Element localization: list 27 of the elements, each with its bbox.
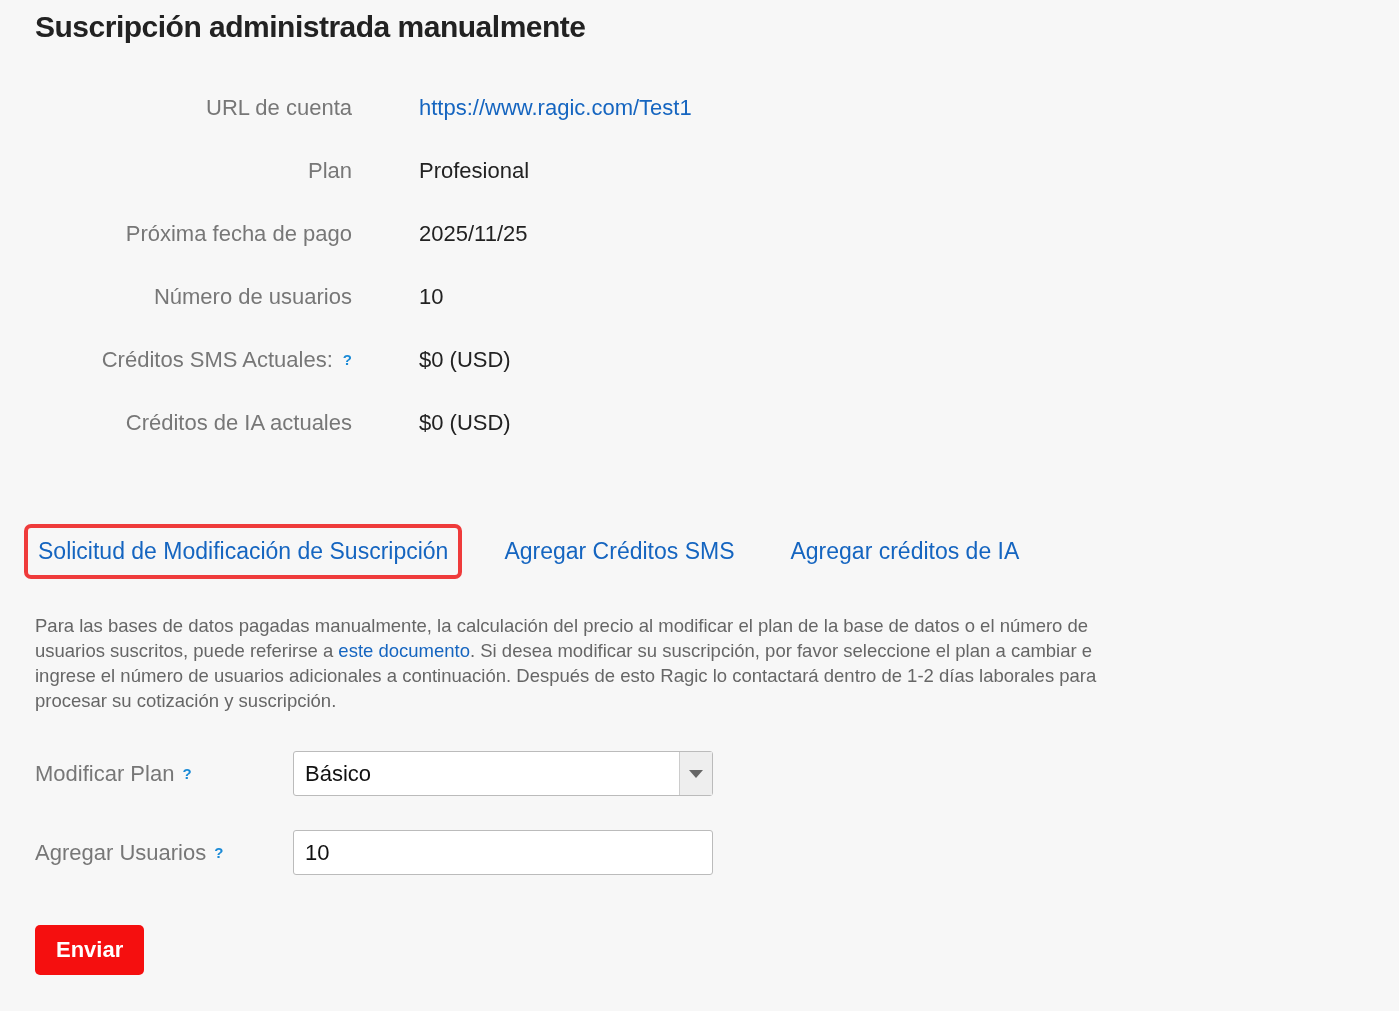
document-link[interactable]: este documento [338, 640, 470, 661]
field-label: Agregar Usuarios [35, 839, 207, 866]
help-icon[interactable]: ? [182, 765, 192, 782]
description-text: Para las bases de datos pagadas manualmente, la calculación del precio al modificar el plan de la base de datos o el número de usuarios suscritos, puede referirse a este documento. Si desea modificar su suscripción, por favor seleccione el plan a cambiar e ingrese el número de usuarios adicionales a continuación. Después de esto Ragic lo contactará dentro de 1-2 días laborales para procesar su cotización y suscripción. [35, 614, 1098, 713]
field-label: Próxima fecha de pago [125, 220, 352, 247]
help-icon[interactable]: ? [342, 346, 352, 373]
input-field[interactable]: 10 [293, 830, 713, 875]
account-url-link[interactable]: https://www.ragic.com/Test1 [419, 94, 692, 121]
caret-icon [689, 769, 703, 778]
field-label: Créditos SMS Actuales: [101, 346, 333, 373]
field-value: 10 [419, 283, 444, 310]
field-label: URL de cuenta [206, 94, 352, 121]
field-value: 2025/11/25 [419, 220, 528, 247]
field-label: Plan [307, 157, 352, 184]
help-icon[interactable]: ? [214, 844, 224, 861]
plan-select[interactable]: Básico [293, 751, 713, 796]
field-value: $0 (USD) [419, 346, 511, 373]
field-value: Profesional [419, 157, 530, 184]
submit-button[interactable]: Enviar [35, 925, 145, 975]
field-label: Número de usuarios [153, 283, 352, 310]
field-value: $0 (USD) [419, 409, 511, 436]
action-link[interactable]: Agregar créditos de IA [776, 524, 1034, 579]
action-link[interactable]: Agregar Créditos SMS [490, 524, 749, 579]
field-label: Créditos de IA actuales [125, 409, 352, 436]
action-link[interactable]: Solicitud de Modificación de Suscripción [24, 524, 463, 579]
page-title: Suscripción administrada manualmente [35, 10, 587, 44]
field-label: Modificar Plan [35, 760, 175, 787]
